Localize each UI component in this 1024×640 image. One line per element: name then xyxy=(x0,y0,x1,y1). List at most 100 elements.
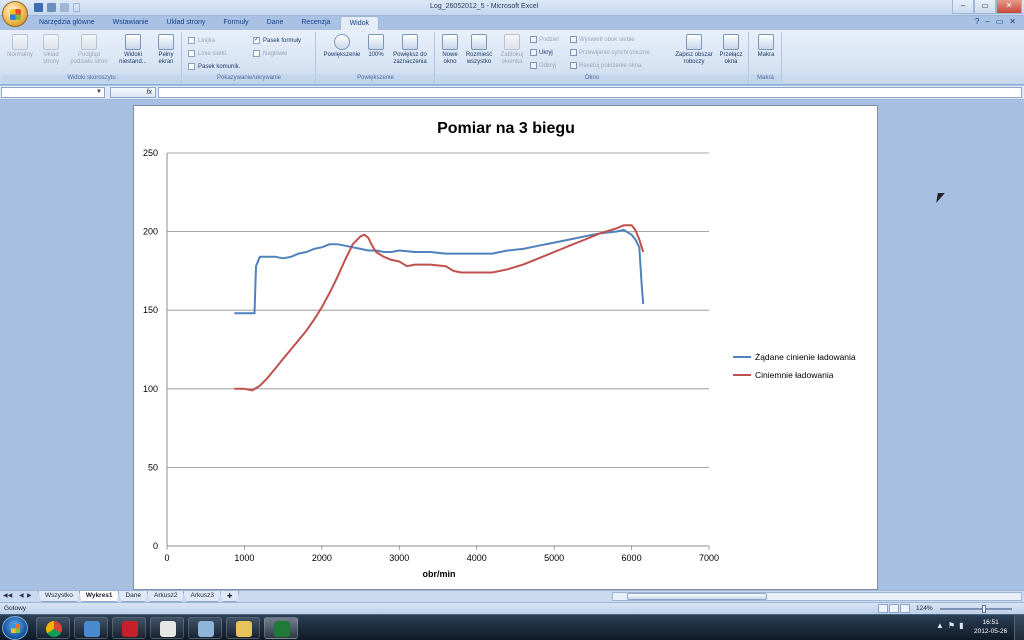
name-box[interactable]: ▼ xyxy=(1,87,105,98)
gridlines xyxy=(167,152,709,468)
taskbar-explorer[interactable] xyxy=(226,617,260,639)
zoom-level[interactable]: 124% xyxy=(916,605,933,612)
ribbon-restore-icon[interactable]: ▭ xyxy=(996,17,1004,26)
x-axis-title[interactable]: obr/min xyxy=(423,569,456,579)
undo-icon[interactable] xyxy=(47,3,56,12)
help-icon[interactable]: ? xyxy=(975,17,979,26)
clock[interactable]: 16:51 2012-05-26 xyxy=(974,618,1007,636)
zoom-slider[interactable] xyxy=(940,605,1012,613)
zoom-to-selection-button[interactable]: Powiększ do zaznaczenia xyxy=(387,34,433,66)
tray-network-icon[interactable]: ▮ xyxy=(959,621,963,630)
freeze-panes-button[interactable]: Zablokuj okienka xyxy=(496,34,528,66)
next-sheet-arrow-icon[interactable]: ▶ xyxy=(27,592,32,599)
sheet-tab-arkusz3[interactable]: Arkusz3 xyxy=(183,591,220,602)
qat-dropdown-icon[interactable] xyxy=(73,3,80,12)
clock-time: 16:51 xyxy=(982,619,999,626)
redo-icon[interactable] xyxy=(60,3,69,12)
taskbar-excel[interactable] xyxy=(264,617,298,639)
hide-window-button[interactable]: Ukryj xyxy=(530,49,553,56)
ribbon: Normalny Układ strony Podgląd podziału s… xyxy=(0,30,1024,85)
sheet-tab-dane[interactable]: Dane xyxy=(118,591,148,602)
help-area: ? – ▭ ✕ xyxy=(975,17,1016,26)
formula-bar-checkbox[interactable]: ✓ Pasek formuły xyxy=(253,37,301,44)
clock-date: 2012-05-26 xyxy=(974,628,1008,635)
restore-button[interactable]: ▭ xyxy=(974,0,996,14)
taskbar-app-5[interactable] xyxy=(188,617,222,639)
legend[interactable]: Żądane cinienie ładowania Ciniemnie ładow… xyxy=(733,352,856,380)
first-sheet-arrow-icon[interactable]: ◀◀ xyxy=(3,592,12,599)
ribbon-close-icon[interactable]: ✕ xyxy=(1009,17,1016,26)
taskbar-app-2[interactable] xyxy=(74,617,108,639)
tab-view[interactable]: Widok xyxy=(339,16,380,30)
app-icon xyxy=(122,621,138,637)
tab-home[interactable]: Narzędzia główne xyxy=(30,16,104,30)
tab-formulas[interactable]: Formuły xyxy=(214,16,257,30)
y-tick-label: 100 xyxy=(143,384,158,394)
sheet-tabs: Wszystko Wykres1 Dane Arkusz2 Arkusz3 ✚ xyxy=(38,591,238,602)
page-break-view-icon[interactable] xyxy=(900,604,910,613)
chart-area[interactable]: Pomiar na 3 biegu 0 50 100 150 200 250 0 1000 20… xyxy=(133,105,878,590)
tray-flag-icon[interactable]: ⚑ xyxy=(948,621,955,630)
tab-data[interactable]: Dane xyxy=(258,16,293,30)
minimize-button[interactable]: – xyxy=(952,0,974,14)
series-line-2 xyxy=(234,224,645,392)
ruler-checkbox[interactable]: Linijka xyxy=(188,37,215,44)
zoom-100-button[interactable]: 100% xyxy=(365,34,387,59)
save-workspace-button[interactable]: Zapisz obszar roboczy xyxy=(672,34,716,66)
normal-view-icon[interactable] xyxy=(878,604,888,613)
full-screen-button[interactable]: Pełny ekran xyxy=(152,34,180,66)
taskbar-chrome[interactable] xyxy=(36,617,70,639)
tray-arrow-icon[interactable]: ▲ xyxy=(936,621,944,630)
office-button[interactable] xyxy=(2,1,28,27)
x-tick-label: 2000 xyxy=(312,553,332,563)
app-icon xyxy=(160,621,176,637)
arrange-all-button[interactable]: Rozmieść wszystko xyxy=(462,34,496,66)
taskbar-app-3[interactable] xyxy=(112,617,146,639)
page-break-preview-button[interactable]: Podgląd podziału stron xyxy=(66,34,112,66)
custom-views-button[interactable]: Widoki niestand... xyxy=(114,34,152,66)
save-icon[interactable] xyxy=(34,3,43,12)
headings-checkbox[interactable]: Nagłówki xyxy=(253,50,287,57)
zoom-button[interactable]: Powiększenie xyxy=(319,34,365,59)
sheet-tab-wykres1[interactable]: Wykres1 xyxy=(79,591,120,602)
x-tick-label: 1000 xyxy=(234,553,254,563)
unhide-window-button[interactable]: Odkryj xyxy=(530,62,556,69)
message-bar-checkbox[interactable]: Pasek komunik. xyxy=(188,63,240,70)
line-chart[interactable]: Pomiar na 3 biegu 0 50 100 150 200 250 0 1000 20… xyxy=(134,106,877,589)
macros-button[interactable]: Makra xyxy=(753,34,779,59)
formula-bar: ▼ fx xyxy=(0,86,1024,100)
reset-window-position-button[interactable]: Resetuj położenie okna xyxy=(570,62,641,69)
zoom-slider-thumb[interactable] xyxy=(982,605,986,613)
insert-function-button[interactable]: fx xyxy=(110,87,156,98)
prev-sheet-arrow-icon[interactable]: ◀ xyxy=(19,592,24,599)
ribbon-minimize-icon[interactable]: – xyxy=(985,17,989,26)
synchronous-scrolling-button[interactable]: Przewijanie synchroniczne xyxy=(570,49,650,56)
name-box-dropdown-icon[interactable]: ▼ xyxy=(96,89,102,95)
horizontal-scroll-thumb[interactable] xyxy=(627,593,767,600)
close-button[interactable]: ✕ xyxy=(996,0,1022,14)
tab-review[interactable]: Recenzja xyxy=(292,16,339,30)
sheet-tab-bar: ◀◀ ◀ ▶ Wszystko Wykres1 Dane Arkusz2 Ark… xyxy=(0,590,1024,602)
sheet-tab-arkusz2[interactable]: Arkusz2 xyxy=(147,591,184,602)
y-tick-label: 150 xyxy=(143,305,158,315)
show-desktop-button[interactable] xyxy=(1014,615,1024,640)
split-button[interactable]: Podziel xyxy=(530,36,559,43)
horizontal-scrollbar[interactable] xyxy=(612,592,1022,601)
insert-sheet-icon[interactable]: ✚ xyxy=(220,591,239,602)
chart-title[interactable]: Pomiar na 3 biegu xyxy=(437,120,575,137)
normal-view-button[interactable]: Normalny xyxy=(4,34,36,59)
group-label-zoom: Powiększenie xyxy=(317,74,434,83)
sheet-tab-wszystko[interactable]: Wszystko xyxy=(38,591,80,602)
page-layout-view-icon[interactable] xyxy=(889,604,899,613)
start-button[interactable] xyxy=(2,616,28,640)
new-window-button[interactable]: Nowe okno xyxy=(438,34,462,66)
view-side-by-side-button[interactable]: Wyświetl obok siebie xyxy=(570,36,635,43)
tab-page-layout[interactable]: Układ strony xyxy=(157,16,214,30)
switch-windows-button[interactable]: Przełącz okna xyxy=(716,34,746,66)
page-layout-view-button[interactable]: Układ strony xyxy=(36,34,66,66)
formula-input[interactable] xyxy=(158,87,1022,98)
windows-taskbar: ▲ ⚑ ▮ 16:51 2012-05-26 xyxy=(0,614,1024,640)
gridlines-checkbox[interactable]: Linie siatki xyxy=(188,50,226,57)
taskbar-app-4[interactable] xyxy=(150,617,184,639)
tab-insert[interactable]: Wstawianie xyxy=(104,16,158,30)
